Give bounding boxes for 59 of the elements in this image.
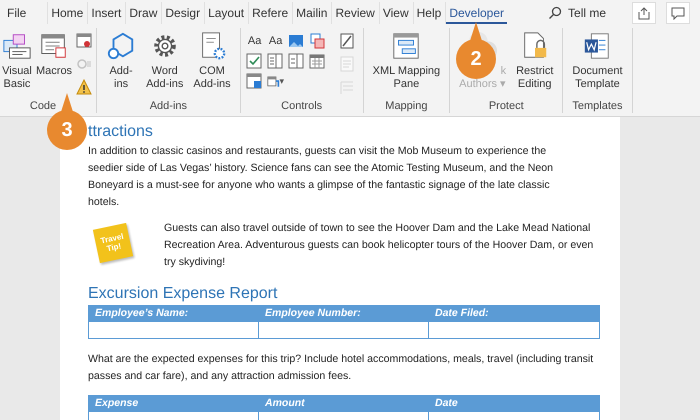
comments-button[interactable] bbox=[666, 2, 690, 24]
ribbon-button[interactable]: Restrict Editing bbox=[512, 28, 558, 94]
ribbon-tab[interactable]: Desigr bbox=[161, 2, 204, 24]
step-callout-tooltip: 2 bbox=[455, 22, 497, 80]
dropdown-caret[interactable]: ▾ bbox=[280, 76, 285, 86]
comment-icon bbox=[671, 6, 686, 20]
checkbox-icon[interactable] bbox=[246, 53, 262, 69]
group-label: Mapping bbox=[385, 100, 428, 113]
text-control-button[interactable]: Aa bbox=[246, 33, 264, 49]
column-header: Expense bbox=[89, 396, 259, 412]
ribbon-tab[interactable]: Home bbox=[47, 2, 86, 24]
ribbon-tab[interactable]: Developer bbox=[445, 2, 508, 24]
design-mode-icon[interactable] bbox=[338, 33, 355, 49]
tell-me-field[interactable]: Tell me bbox=[548, 6, 606, 20]
ribbon-button[interactable]: Macros bbox=[35, 28, 74, 94]
paragraph: In addition to classic casinos and restaurants, guests can visit the Mob Museum to experience the seedier side of Las Vegas’ history. Science fans can see the Atomic Testing Museum, and the Neon Boneyard is a must-see for anyone who wants a glimpse of the fantastic signage of the late classic hotels. bbox=[88, 144, 554, 210]
ribbon-button[interactable]: COM Add-ins bbox=[189, 28, 235, 94]
block-icon[interactable] bbox=[308, 33, 325, 49]
sticky-note: Travel Tip! bbox=[92, 222, 134, 264]
group-label: Templates bbox=[572, 100, 623, 113]
group-label: Protect bbox=[488, 100, 524, 113]
column-header: Employee’s Name: bbox=[89, 306, 259, 322]
column-header: Date bbox=[429, 396, 599, 412]
warning-icon[interactable] bbox=[76, 79, 92, 95]
ribbon-button[interactable]: Visual Basic bbox=[1, 28, 33, 94]
tree-pane-icon bbox=[391, 31, 422, 61]
column-header: Date Filed: bbox=[429, 306, 599, 322]
combo-box-icon[interactable] bbox=[266, 53, 283, 69]
column-header: Employee Number: bbox=[259, 306, 429, 322]
ribbon-tab[interactable]: Insert bbox=[87, 2, 124, 24]
ribbon-tab[interactable]: File bbox=[4, 2, 30, 24]
ribbon-tab[interactable]: Review bbox=[331, 2, 378, 24]
section-heading: Excursion Expense Report bbox=[88, 285, 278, 303]
ribbon-tab[interactable]: Mailin bbox=[292, 2, 330, 24]
paragraph: Guests can also travel outside of town to see the Hoover Dam and the Lake Mead National Recreation Area. Adventurous guests can book helicopter tours of the Hoover Dam, or even try skydiving! bbox=[164, 221, 594, 270]
calendar-icon[interactable] bbox=[308, 53, 325, 69]
ribbon-tab[interactable]: View bbox=[378, 2, 412, 24]
share-icon bbox=[637, 6, 652, 20]
picture-icon[interactable] bbox=[288, 33, 304, 49]
group-label: Add-ins bbox=[150, 100, 187, 113]
section-heading: ttractions bbox=[88, 123, 154, 141]
search-icon bbox=[548, 6, 562, 20]
ribbon-tab[interactable]: Refere bbox=[248, 2, 292, 24]
share-button[interactable] bbox=[632, 2, 656, 24]
record-icon[interactable] bbox=[76, 33, 92, 49]
ribbon-tab[interactable]: Draw bbox=[125, 2, 160, 24]
ribbon-tab[interactable]: Help bbox=[412, 2, 444, 24]
group-label: Controls bbox=[281, 100, 322, 113]
text-control-button[interactable]: Aa bbox=[266, 33, 285, 49]
dropdown-list-icon[interactable] bbox=[288, 53, 304, 69]
paragraph: What are the expected expenses for this trip? Include hotel accommodations, meals, travel (including transit passes and car fare), and any attraction admission fees. bbox=[88, 352, 594, 384]
ribbon-button[interactable]: Add- ins bbox=[102, 28, 140, 94]
ribbon-button[interactable]: XML Mapping Pane bbox=[368, 28, 444, 94]
group-label: Code bbox=[30, 100, 56, 113]
column-header: Amount bbox=[259, 396, 429, 412]
legacy-tools-icon[interactable] bbox=[246, 73, 262, 89]
ribbon-button[interactable]: Word Add-ins bbox=[142, 28, 188, 94]
ribbon-tab[interactable]: Layout bbox=[204, 2, 248, 24]
ribbon-button[interactable]: Document Template bbox=[568, 28, 627, 94]
